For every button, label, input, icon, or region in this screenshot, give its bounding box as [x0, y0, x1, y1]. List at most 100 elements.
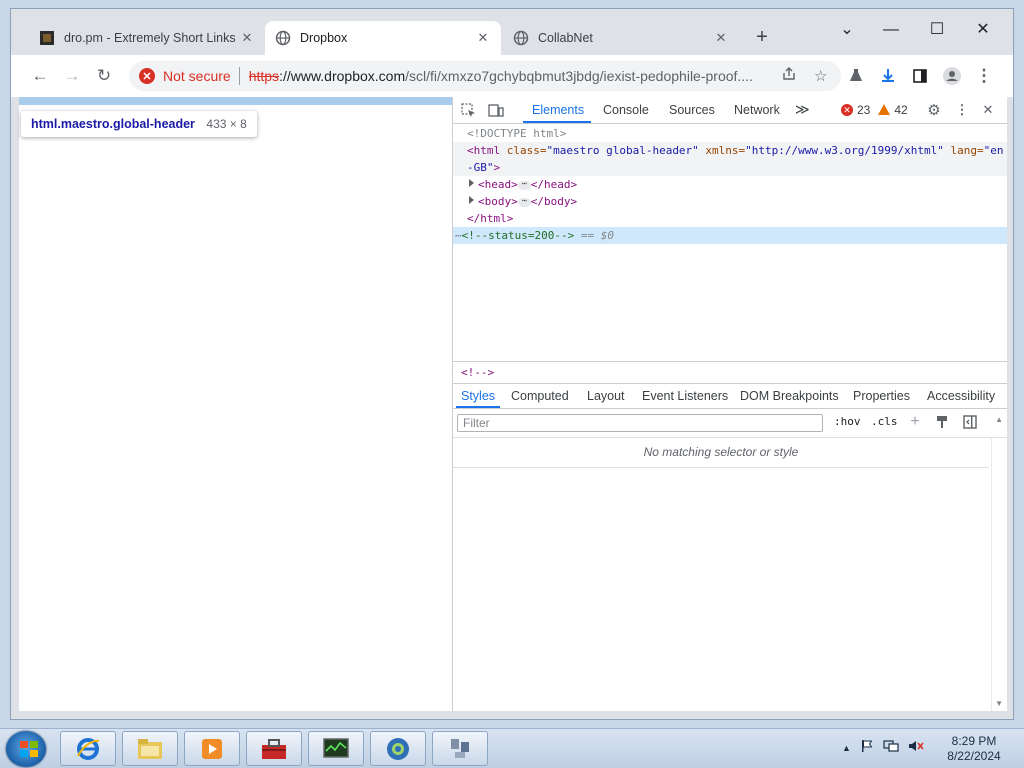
- reload-button[interactable]: ↻: [91, 63, 117, 89]
- tab-properties[interactable]: Properties: [853, 389, 910, 403]
- tab-dropbox[interactable]: Dropbox ✕: [265, 21, 501, 55]
- scroll-up-arrow-icon[interactable]: ▲: [995, 415, 1003, 424]
- dom-html-close[interactable]: </html>: [453, 210, 1007, 227]
- taskbar-clock[interactable]: 8:29 PM 8/22/2024: [940, 734, 1008, 764]
- clock-time: 8:29 PM: [951, 734, 997, 748]
- new-style-rule-icon[interactable]: +: [907, 413, 923, 430]
- tab-network[interactable]: Network: [734, 103, 780, 117]
- browser-toolbar: ← → ↻ ✕ Not secure https://www.dropbox.c…: [11, 55, 1013, 97]
- close-icon[interactable]: ✕: [475, 30, 491, 46]
- new-tab-button[interactable]: +: [751, 26, 773, 48]
- dom-html-node-wrap[interactable]: -GB">: [453, 159, 1007, 176]
- share-icon[interactable]: [777, 66, 801, 86]
- network-status-icon[interactable]: [883, 739, 899, 756]
- url-text[interactable]: https://www.dropbox.com/scl/fi/xmxzo7gch…: [249, 68, 769, 84]
- devtools-menu-icon[interactable]: ⋮: [953, 101, 971, 119]
- dom-tree: <!DOCTYPE html> <html class="maestro glo…: [453, 125, 1007, 244]
- ellipsis-icon[interactable]: ⋯: [517, 179, 531, 190]
- taskbar-explorer-icon[interactable]: [122, 731, 178, 766]
- tab-search-button[interactable]: ⌄: [825, 15, 869, 45]
- tab-elements[interactable]: Elements: [532, 103, 584, 117]
- close-icon[interactable]: ✕: [713, 30, 729, 46]
- web-page[interactable]: html.maestro.global-header 433 × 8: [19, 97, 452, 711]
- dom-head-node[interactable]: <head> ⋯ </head>: [453, 176, 1007, 193]
- security-label[interactable]: Not secure: [163, 68, 231, 84]
- settings-gear-icon[interactable]: ⚙: [925, 101, 943, 119]
- highlighted-element-overlay: [19, 97, 452, 105]
- taskbar-ie-icon[interactable]: [60, 731, 116, 766]
- tab-console[interactable]: Console: [603, 103, 649, 117]
- dropm-favicon: [39, 30, 55, 46]
- extensions-icon[interactable]: [843, 63, 869, 89]
- tab-dom-breakpoints[interactable]: DOM Breakpoints: [740, 389, 839, 403]
- ellipsis-icon[interactable]: ⋯: [455, 229, 462, 242]
- tab-dropm[interactable]: dro.pm - Extremely Short Links ✕: [29, 21, 265, 55]
- forward-button[interactable]: →: [59, 63, 85, 89]
- dom-html-node[interactable]: <html class="maestro global-header" xmln…: [453, 142, 1007, 159]
- tab-accessibility[interactable]: Accessibility: [927, 389, 995, 403]
- warning-count: 42: [894, 103, 908, 117]
- ellipsis-icon[interactable]: ⋯: [517, 196, 531, 207]
- taskbar-browser-icon[interactable]: [370, 731, 426, 766]
- scroll-down-arrow-icon[interactable]: ▼: [995, 699, 1003, 708]
- expand-triangle-icon[interactable]: [469, 196, 474, 204]
- volume-muted-icon[interactable]: [908, 739, 924, 756]
- devtools-tab-bar: Elements Console Sources Network ≫ ✕ 23 …: [453, 97, 1007, 124]
- tag-text: <html: [467, 144, 501, 157]
- expand-triangle-icon[interactable]: [469, 179, 474, 187]
- inspect-element-icon[interactable]: [459, 101, 477, 119]
- tab-layout[interactable]: Layout: [587, 389, 625, 403]
- minimize-button[interactable]: —: [869, 15, 913, 45]
- globe-icon: [513, 30, 529, 46]
- profile-avatar-icon[interactable]: [939, 63, 965, 89]
- maximize-button[interactable]: ☐: [915, 15, 959, 45]
- taskbar-toolbox-icon[interactable]: [246, 731, 302, 766]
- taskbar-media-player-icon[interactable]: [184, 731, 240, 766]
- error-icon: ✕: [841, 104, 853, 116]
- styles-scrollbar-track[interactable]: [991, 437, 992, 711]
- not-secure-icon[interactable]: ✕: [139, 68, 155, 84]
- taskbar: ▲ 8:29 PM 8/22/2024: [0, 728, 1024, 768]
- breadcrumb-item[interactable]: <!-->: [461, 366, 494, 379]
- toggle-sidebar-icon[interactable]: [962, 414, 978, 430]
- tab-styles[interactable]: Styles: [461, 389, 495, 403]
- kebab-menu-icon[interactable]: ⋮: [971, 63, 997, 89]
- styles-filter-input[interactable]: [457, 414, 823, 432]
- cls-button[interactable]: .cls: [871, 415, 898, 428]
- tab-title: dro.pm - Extremely Short Links: [64, 31, 236, 45]
- desktop-edge: [1014, 8, 1024, 720]
- equals-text: ==: [574, 229, 601, 242]
- dom-body-node[interactable]: <body> ⋯ </body>: [453, 193, 1007, 210]
- tab-computed[interactable]: Computed: [511, 389, 569, 403]
- side-panel-icon[interactable]: [907, 63, 933, 89]
- paint-brush-icon[interactable]: [934, 414, 950, 430]
- divider: [453, 467, 989, 468]
- issues-counter[interactable]: ✕ 23 42: [841, 103, 908, 117]
- hov-button[interactable]: :hov: [834, 415, 861, 428]
- close-devtools-icon[interactable]: ✕: [979, 101, 997, 119]
- dom-doctype[interactable]: <!DOCTYPE html>: [453, 125, 1007, 142]
- browser-window: dro.pm - Extremely Short Links ✕ Dropbox…: [10, 8, 1014, 720]
- action-center-flag-icon[interactable]: [860, 739, 874, 756]
- dom-comment-node[interactable]: ⋯<!--status=200--> == $0: [453, 227, 1007, 244]
- attr-name: class=: [500, 144, 547, 157]
- download-icon[interactable]: [875, 63, 901, 89]
- taskbar-task-manager-icon[interactable]: [308, 731, 364, 766]
- address-bar[interactable]: ✕ Not secure https://www.dropbox.com/scl…: [129, 61, 841, 91]
- tab-collabnet[interactable]: CollabNet ✕: [503, 21, 739, 55]
- tab-sources[interactable]: Sources: [669, 103, 715, 117]
- more-tabs-icon[interactable]: ≫: [795, 101, 810, 118]
- close-icon[interactable]: ✕: [239, 30, 255, 46]
- taskbar-network-icon[interactable]: [432, 731, 488, 766]
- window-close-button[interactable]: ✕: [961, 15, 1005, 45]
- url-scheme: https: [248, 68, 280, 84]
- back-button[interactable]: ←: [27, 63, 53, 89]
- tag-text: </html>: [467, 212, 514, 225]
- show-hidden-icons-icon[interactable]: ▲: [842, 743, 851, 753]
- device-toolbar-icon[interactable]: [487, 101, 505, 119]
- tab-event-listeners[interactable]: Event Listeners: [642, 389, 728, 403]
- doctype-text: <!DOCTYPE html>: [467, 127, 567, 140]
- bookmark-star-icon[interactable]: ☆: [809, 67, 833, 85]
- styles-filter-bar: :hov .cls +: [453, 409, 1007, 438]
- start-button[interactable]: [6, 731, 46, 767]
